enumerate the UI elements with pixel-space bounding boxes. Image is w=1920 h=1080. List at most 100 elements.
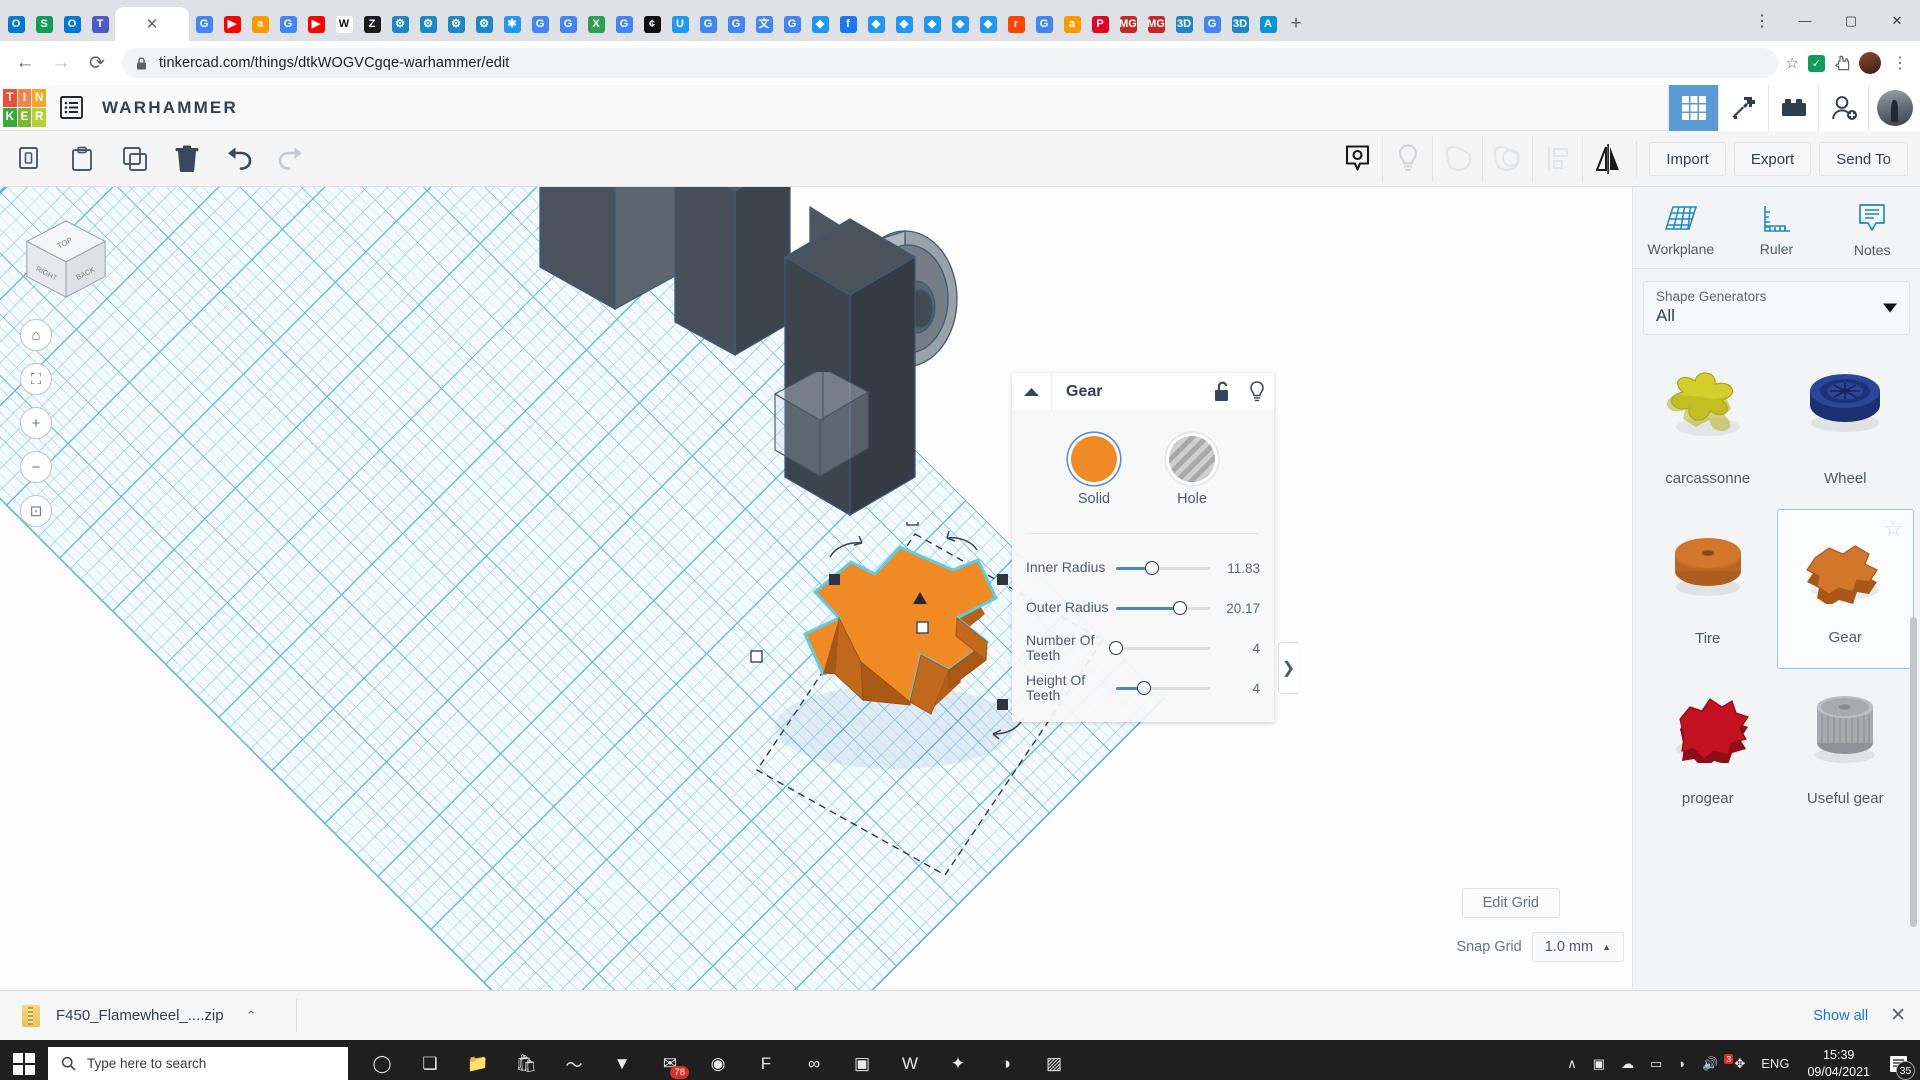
home-view-button[interactable]: ⌂ — [20, 319, 52, 351]
browser-tab[interactable]: ⚙ — [470, 8, 498, 41]
start-button[interactable] — [0, 1040, 48, 1080]
outer-radius-slider-knob[interactable] — [1173, 601, 1187, 615]
close-window-button[interactable]: ✕ — [1874, 0, 1920, 41]
browser-tab[interactable]: Z — [358, 8, 386, 41]
chrome-button[interactable]: ◉ — [694, 1040, 742, 1080]
chrome-menu-button[interactable]: ⋮ — [1890, 53, 1910, 73]
group-button[interactable] — [1432, 136, 1482, 182]
number-of-teeth-slider[interactable]: Number Of Teeth4 — [1012, 628, 1274, 668]
download-menu-chevron-icon[interactable]: ⌃ — [240, 1008, 257, 1024]
profile-avatar[interactable] — [1859, 52, 1881, 74]
project-menu-button[interactable] — [48, 85, 94, 131]
edge-button[interactable]: ◑ — [982, 1040, 1030, 1080]
number-of-teeth-slider-knob[interactable] — [1109, 641, 1123, 655]
shape-tire[interactable]: Tire — [1639, 509, 1777, 669]
browser-tab[interactable]: ⚙ — [386, 8, 414, 41]
number-of-teeth-slider-track[interactable] — [1116, 638, 1210, 658]
forward-button[interactable]: → — [44, 46, 78, 80]
edit-grid-button[interactable]: Edit Grid — [1462, 888, 1560, 918]
undo-button[interactable] — [214, 134, 264, 184]
show-all-downloads-button[interactable]: Show all — [1813, 1008, 1868, 1024]
user-avatar[interactable] — [1868, 85, 1920, 131]
browser-tab[interactable]: ▶ — [218, 8, 246, 41]
mail-button[interactable]: ✉78 — [646, 1040, 694, 1080]
browser-tab[interactable]: ⚙ — [442, 8, 470, 41]
infinity-button[interactable]: ∞ — [790, 1040, 838, 1080]
panel-collapse-button[interactable]: ❯ — [1278, 642, 1298, 694]
show-hidden-icons-button[interactable]: ∧ — [1559, 1056, 1585, 1072]
browser-tab[interactable]: MG — [1114, 8, 1142, 41]
back-button[interactable]: ← — [8, 46, 42, 80]
shape-gear[interactable]: ☆Gear — [1777, 509, 1915, 669]
browser-tab[interactable]: A — [1254, 8, 1282, 41]
store-button[interactable]: 🛍 — [502, 1040, 550, 1080]
mirror-button[interactable] — [1582, 136, 1632, 182]
paste-button[interactable] — [58, 134, 108, 184]
browser-tab[interactable]: G — [1030, 8, 1058, 41]
browser-tab[interactable]: ◆ — [862, 8, 890, 41]
url-input[interactable]: tinkercad.com/things/dtkWOGVCgqe-warhamm… — [122, 48, 1778, 78]
browser-tab[interactable]: T — [86, 8, 114, 41]
send-to-button[interactable]: Send To — [1819, 142, 1908, 176]
vlc-button[interactable]: ▼ — [598, 1040, 646, 1080]
height-of-teeth-slider-track[interactable] — [1116, 678, 1210, 698]
camera-icon[interactable]: ▣ — [1585, 1056, 1613, 1072]
browser-tab[interactable]: ◆ — [946, 8, 974, 41]
import-button[interactable]: Import — [1649, 142, 1726, 176]
edge-legacy-button[interactable]: 〜 — [550, 1040, 598, 1080]
tinkercad-logo[interactable]: TINKER — [0, 85, 48, 131]
favorite-star-icon[interactable]: ☆ — [1883, 518, 1903, 540]
browser-tab[interactable]: U — [666, 8, 694, 41]
highlight-shape-button[interactable] — [1240, 373, 1274, 410]
zoom-out-button[interactable]: − — [20, 451, 52, 483]
ruler-tool[interactable]: Ruler — [1729, 187, 1825, 268]
language-indicator[interactable]: ENG — [1753, 1056, 1797, 1071]
light-button[interactable] — [1382, 136, 1432, 182]
browser-tab[interactable]: G — [1198, 8, 1226, 41]
browser-tab[interactable]: G — [722, 8, 750, 41]
browser-tab[interactable]: X — [582, 8, 610, 41]
gear-panel-collapse-button[interactable] — [1012, 373, 1052, 410]
zoom-in-button[interactable]: + — [20, 407, 52, 439]
browser-tab[interactable]: ◆ — [806, 8, 834, 41]
browser-tab[interactable]: G — [610, 8, 638, 41]
minimize-button[interactable]: — — [1782, 0, 1828, 41]
close-tab-button[interactable]: ✕ — [146, 17, 159, 32]
battery-icon[interactable]: ▭ — [1642, 1056, 1670, 1072]
lock-shape-button[interactable] — [1206, 373, 1240, 410]
selected-gear-shape[interactable] — [735, 522, 1055, 772]
delete-button[interactable] — [162, 134, 212, 184]
browser-tab[interactable]: ◆ — [918, 8, 946, 41]
close-downloads-bar-button[interactable]: ✕ — [1890, 1004, 1906, 1027]
download-item[interactable]: F450_Flamewheel_....zip ⌃ — [0, 1005, 257, 1027]
hole-mode[interactable]: Hole — [1169, 436, 1215, 507]
cortana-button[interactable]: ◯ — [358, 1040, 406, 1080]
shape-wheel[interactable]: Wheel — [1777, 349, 1915, 509]
browser-tab[interactable]: G — [694, 8, 722, 41]
browser-tab[interactable]: O — [58, 8, 86, 41]
browser-tab[interactable]: 3D — [1226, 8, 1254, 41]
browser-tab[interactable]: G — [778, 8, 806, 41]
maximize-button[interactable]: ▢ — [1828, 0, 1874, 41]
browser-tab[interactable]: ⚙ — [414, 8, 442, 41]
dropbox-icon[interactable]: ✥3 — [1726, 1056, 1753, 1072]
chrome-menu-dots[interactable]: ⋮ — [1742, 0, 1782, 41]
browser-tab[interactable]: W — [330, 8, 358, 41]
browser-tab[interactable]: ✱ — [498, 8, 526, 41]
taskbar-search-box[interactable]: Type here to search — [48, 1047, 348, 1080]
taskbar-clock[interactable]: 15:39 09/04/2021 — [1797, 1047, 1880, 1080]
browser-tab[interactable]: a — [1058, 8, 1086, 41]
3d-viewport[interactable]: TOP RIGHT BACK ⌂⛶+−⊡ Edit Grid Snap Grid… — [0, 187, 1632, 990]
shape-carcassonne[interactable]: carcassonne — [1639, 349, 1777, 509]
height-of-teeth-slider-knob[interactable] — [1137, 681, 1151, 695]
word-button[interactable]: W — [886, 1040, 934, 1080]
browser-tab[interactable]: 3D — [1170, 8, 1198, 41]
solid-mode[interactable]: Solid — [1071, 436, 1117, 507]
extension-check-icon[interactable]: ✓ — [1808, 55, 1825, 72]
notes-tool[interactable]: Notes — [1824, 187, 1920, 268]
browser-tab[interactable]: MG — [1142, 8, 1170, 41]
snap-grid-select[interactable]: 1.0 mm ▲ — [1532, 932, 1624, 962]
browser-tab[interactable]: ◆ — [890, 8, 918, 41]
shape-generators-dropdown[interactable]: Shape Generators All — [1643, 281, 1910, 335]
browser-tab[interactable]: 文 — [750, 8, 778, 41]
